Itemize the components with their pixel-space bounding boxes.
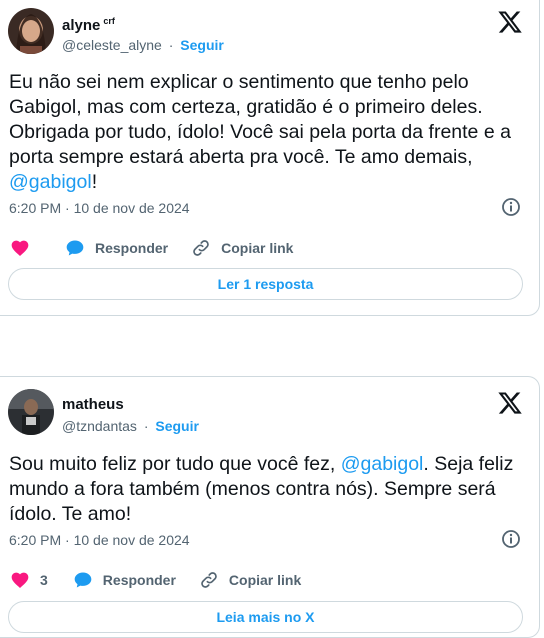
handle-line: @tzndantas · Seguir (62, 418, 199, 434)
follow-button[interactable]: Seguir (180, 37, 224, 53)
info-icon[interactable] (501, 197, 521, 217)
mention-link[interactable]: @gabigol (9, 171, 92, 193)
x-logo-icon[interactable] (497, 9, 523, 35)
like-button[interactable] (10, 238, 40, 258)
tweet-card: alyne crf @celeste_alyne · Seguir Eu não … (0, 0, 540, 316)
reply-button[interactable]: Responder (73, 570, 176, 590)
copy-link-label: Copiar link (221, 240, 294, 256)
separator: · (143, 418, 149, 434)
mention-link[interactable]: @gabigol (341, 453, 424, 475)
separator: · (168, 37, 174, 53)
follow-button[interactable]: Seguir (155, 418, 199, 434)
avatar[interactable] (8, 389, 54, 435)
tweet-text: Sou muito feliz por tudo que você fez, @… (9, 453, 514, 525)
link-icon (193, 240, 209, 256)
author-handle[interactable]: @tzndantas (62, 418, 137, 434)
handle-line: @celeste_alyne · Seguir (62, 37, 224, 53)
avatar[interactable] (8, 8, 54, 54)
x-logo-icon[interactable] (497, 390, 523, 416)
copy-link-button[interactable]: Copiar link (199, 570, 301, 590)
link-icon (201, 572, 217, 588)
author-handle[interactable]: @celeste_alyne (62, 37, 162, 53)
tweet-actions: Responder Copiar link (10, 237, 293, 259)
copy-link-button[interactable]: Copiar link (191, 238, 293, 258)
heart-icon (11, 240, 29, 256)
author-name[interactable]: matheus (62, 396, 124, 413)
tweet-timestamp[interactable]: 6:20 PM · 10 de nov de 2024 (9, 532, 190, 548)
tweet-text: Eu não sei nem explicar o sentimento que… (9, 71, 511, 193)
info-icon[interactable] (501, 529, 521, 549)
copy-link-label: Copiar link (228, 572, 302, 588)
reply-label: Responder (95, 240, 169, 256)
reply-button[interactable]: Responder (65, 238, 168, 258)
tweet-actions: 3 Responder Copiar link (10, 569, 301, 591)
avatar-image (8, 8, 54, 54)
tweet-card: matheus @tzndantas · Seguir Sou muito fe… (0, 376, 540, 638)
reply-label: Responder (102, 572, 176, 588)
author-badge: crf (103, 16, 115, 26)
like-count: 3 (40, 572, 48, 588)
avatar-image (8, 389, 54, 435)
tweet-timestamp[interactable]: 6:20 PM · 10 de nov de 2024 (9, 200, 190, 216)
speech-bubble-icon (66, 240, 84, 256)
read-replies-button[interactable]: Ler 1 resposta (8, 268, 523, 300)
heart-icon (11, 572, 29, 588)
speech-bubble-icon (74, 572, 92, 588)
author-name[interactable]: alyne crf (62, 16, 115, 34)
read-more-on-x-button[interactable]: Leia mais no X (8, 601, 523, 633)
like-button[interactable]: 3 (10, 570, 48, 590)
